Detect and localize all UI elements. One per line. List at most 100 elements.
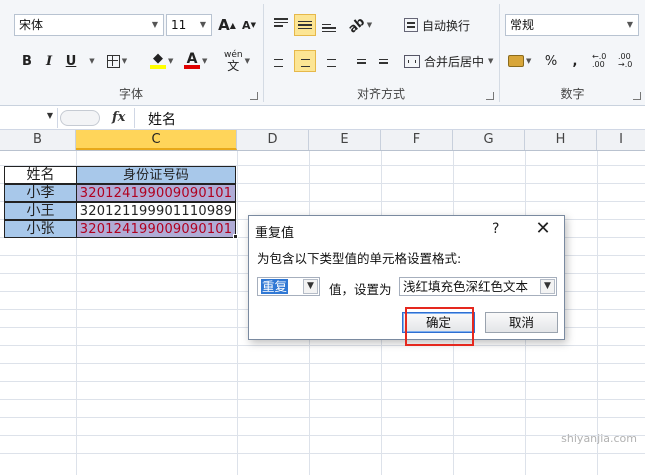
grow-font-button[interactable]: A ▲ <box>216 14 238 36</box>
fill-handle[interactable] <box>233 234 238 239</box>
underline-button[interactable]: U <box>60 50 82 72</box>
font-color-icon: A <box>184 52 200 69</box>
value-type-select[interactable]: 重复 ▼ <box>257 277 320 296</box>
column-header-i[interactable]: I <box>597 130 645 150</box>
cancel-button[interactable]: 取消 <box>485 312 558 333</box>
align-middle-button[interactable] <box>294 14 316 36</box>
increase-indent-button[interactable] <box>370 50 392 72</box>
table-cell-name[interactable]: 小张 <box>4 220 77 238</box>
font-size-value: 11 <box>171 18 187 32</box>
font-dialog-launcher-icon[interactable] <box>250 92 258 100</box>
chevron-down-icon: ▼ <box>540 279 555 294</box>
grow-font-icon: A <box>218 16 230 34</box>
fill-color-button[interactable]: ◆ ▼ <box>150 50 173 72</box>
font-group-label: 字体 <box>118 87 143 101</box>
orientation-button[interactable]: ab ▼ <box>345 14 372 36</box>
number-format-value: 常规 <box>510 18 535 32</box>
chevron-down-icon: ▼ <box>199 20 207 29</box>
highlight-annotation-box <box>405 307 474 346</box>
help-button[interactable]: ? <box>492 221 499 237</box>
bold-button[interactable]: B <box>16 50 38 72</box>
caret-up-icon: ▲ <box>229 20 236 30</box>
font-color-button[interactable]: A ▼ <box>184 50 207 72</box>
grid-line <box>0 363 645 364</box>
italic-button[interactable]: I <box>38 50 60 72</box>
font-group: 宋体 ▼ 11 ▼ A ▲ A ▼ B I U ▼ ▼ ◆ ▼ A ▼ wén … <box>0 0 262 106</box>
ribbon: 宋体 ▼ 11 ▼ A ▲ A ▼ B I U ▼ ▼ ◆ ▼ A ▼ wén … <box>0 0 645 106</box>
phonetic-icon: wén 文 <box>224 49 243 73</box>
currency-icon <box>508 55 524 67</box>
formula-divider <box>134 108 135 128</box>
increase-decimal-button[interactable]: ←.0 .00 <box>592 50 616 72</box>
column-header-c[interactable]: C <box>76 130 237 150</box>
font-name-combo[interactable]: 宋体 ▼ <box>14 14 164 36</box>
formula-input[interactable]: 姓名 <box>148 109 176 129</box>
column-header-b[interactable]: B <box>0 130 76 150</box>
increase-indent-icon <box>374 55 388 67</box>
format-style-selected: 浅红填充色深红色文本 <box>403 279 529 294</box>
column-headers: B C D E F G H I <box>0 130 645 151</box>
formula-bar-splitter[interactable] <box>60 110 100 126</box>
align-center-button[interactable] <box>294 50 316 72</box>
table-cell-id[interactable]: 320124199009090101 <box>76 184 236 202</box>
column-header-f[interactable]: F <box>381 130 453 150</box>
align-right-button[interactable] <box>318 50 340 72</box>
table-cell-id[interactable]: 320124199009090101 <box>76 220 236 238</box>
merge-cells-icon <box>404 54 420 68</box>
shrink-font-button[interactable]: A ▼ <box>238 14 260 36</box>
shrink-font-icon: A <box>242 18 251 32</box>
dialog-message: 为包含以下类型值的单元格设置格式: <box>257 251 462 266</box>
decrease-indent-icon <box>352 55 366 67</box>
grid-line <box>0 435 645 436</box>
align-center-icon <box>298 55 312 67</box>
paint-bucket-icon: ◆ <box>150 52 166 69</box>
align-bottom-button[interactable] <box>318 14 340 36</box>
table-cell-id[interactable]: 320121199901110989 <box>76 202 236 220</box>
number-format-combo[interactable]: 常规 ▼ <box>505 14 639 36</box>
merge-center-label: 合并后居中 <box>424 54 485 69</box>
wrap-text-button[interactable]: 自动换行 <box>400 14 474 36</box>
format-style-select[interactable]: 浅红填充色深红色文本 ▼ <box>399 277 557 296</box>
merge-center-button[interactable]: 合并后居中 ▼ <box>400 50 497 72</box>
decrease-indent-button[interactable] <box>348 50 370 72</box>
number-dialog-launcher-icon[interactable] <box>633 92 641 100</box>
underline-dropdown[interactable]: ▼ <box>80 50 102 72</box>
column-header-e[interactable]: E <box>309 130 381 150</box>
table-cell-name[interactable]: 小王 <box>4 202 77 220</box>
table-cell-name[interactable]: 小李 <box>4 184 77 202</box>
percent-button[interactable]: % <box>540 50 562 72</box>
column-header-h[interactable]: H <box>525 130 597 150</box>
set-as-label: 值，设置为 <box>329 282 392 297</box>
column-header-g[interactable]: G <box>453 130 525 150</box>
header-cell-name[interactable]: 姓名 <box>4 166 77 184</box>
font-size-combo[interactable]: 11 ▼ <box>166 14 212 36</box>
chevron-down-icon: ▼ <box>488 57 494 65</box>
header-cell-id[interactable]: 身份证号码 <box>76 166 236 184</box>
grid-line <box>597 151 598 475</box>
comma-button[interactable]: , <box>564 50 586 72</box>
chevron-down-icon: ▼ <box>46 111 53 120</box>
align-middle-icon <box>298 20 312 30</box>
number-group: 常规 ▼ ▼ % , ←.0 .00 .00 →.0 数字 <box>500 0 645 106</box>
insert-function-button[interactable]: fx <box>112 110 125 125</box>
align-right-icon <box>322 55 336 67</box>
close-icon[interactable]: ✕ <box>531 218 555 240</box>
name-box[interactable]: ▼ <box>0 108 58 128</box>
alignment-group: ab ▼ 自动换行 合并后居中 ▼ 对齐方式 <box>264 0 498 106</box>
borders-icon <box>106 54 120 68</box>
accounting-format-button[interactable]: ▼ <box>508 50 531 72</box>
text-orientation-icon: ab <box>345 14 368 36</box>
grid-line <box>0 399 645 400</box>
align-left-button[interactable] <box>270 50 292 72</box>
borders-button[interactable]: ▼ <box>106 50 128 72</box>
decrease-decimal-button[interactable]: .00 →.0 <box>618 50 642 72</box>
align-top-button[interactable] <box>270 14 292 36</box>
number-group-label: 数字 <box>560 87 585 101</box>
phonetic-button[interactable]: wén 文 ▼ <box>224 50 250 72</box>
alignment-dialog-launcher-icon[interactable] <box>486 92 494 100</box>
chevron-down-icon: ▼ <box>526 57 532 65</box>
wrap-text-label: 自动换行 <box>422 18 471 33</box>
column-header-d[interactable]: D <box>237 130 309 150</box>
watermark: shiyanjia.com <box>561 432 637 445</box>
value-type-selected: 重复 <box>261 279 289 294</box>
